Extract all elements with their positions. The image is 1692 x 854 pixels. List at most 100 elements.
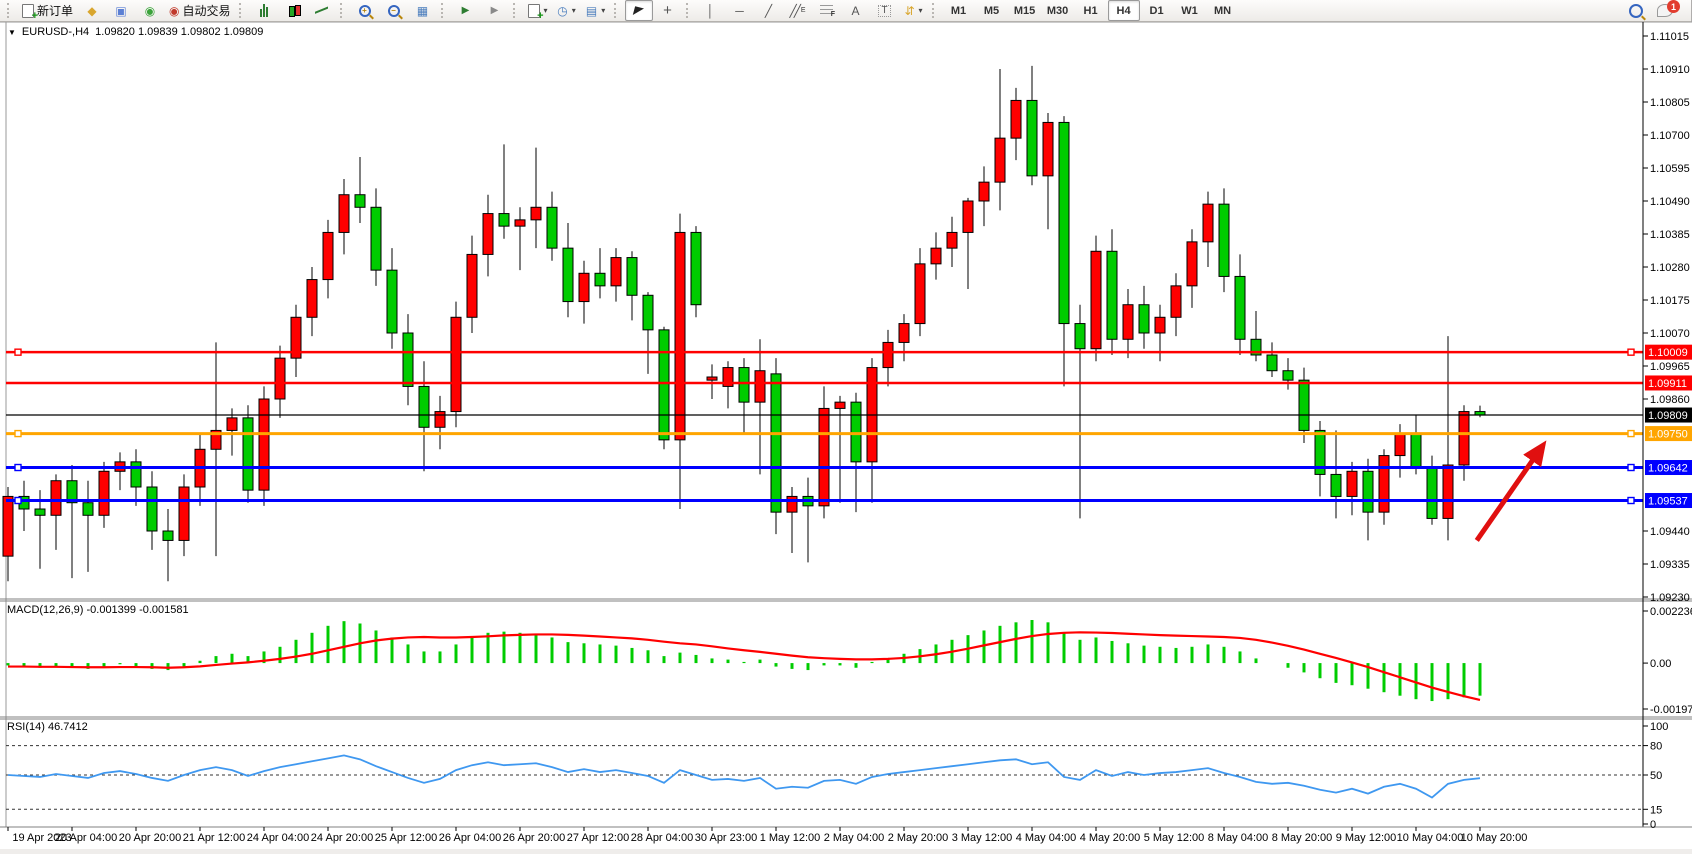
date-label: 4 May 20:00	[1080, 832, 1141, 844]
autotrade-button[interactable]: ◉ 自动交易	[165, 0, 235, 21]
text-label-icon: T	[878, 5, 890, 17]
toolbar-grip[interactable]	[7, 3, 14, 18]
platform-icon: ▣	[115, 5, 126, 17]
timeframe-button-mn[interactable]: MN	[1207, 0, 1239, 21]
text-tool-button[interactable]: A	[842, 0, 870, 21]
candle	[899, 324, 909, 343]
price-tag-label: 1.09809	[1648, 410, 1688, 422]
zoom-in-icon: +	[359, 5, 371, 17]
timeframe-button-d1[interactable]: D1	[1141, 0, 1173, 21]
timeframe-button-w1[interactable]: W1	[1174, 0, 1206, 21]
timeframe-button-h4[interactable]: H4	[1108, 0, 1140, 21]
channel-icon: ╱╱	[789, 5, 797, 17]
candle	[931, 248, 941, 264]
text-label-tool-button[interactable]: T	[871, 0, 899, 21]
candle	[611, 258, 621, 286]
line-handle[interactable]	[15, 465, 21, 471]
toolbar-grip[interactable]	[513, 3, 520, 18]
signal-icon: ◉	[145, 5, 155, 17]
candle	[131, 462, 141, 487]
toolbar-grip[interactable]	[614, 3, 621, 18]
chart-title: ▼ EURUSD-,H4 1.09820 1.09839 1.09802 1.0…	[8, 26, 263, 38]
price-tick-label: 1.09335	[1650, 559, 1690, 571]
toolbar-grip[interactable]	[441, 3, 448, 18]
search-icon[interactable]	[1629, 4, 1643, 18]
candle	[179, 487, 189, 540]
line-handle[interactable]	[15, 498, 21, 504]
new-chart-button[interactable]: + ▾	[524, 0, 552, 21]
line-handle[interactable]	[15, 349, 21, 355]
toolbar-right-group: 1	[1629, 4, 1687, 18]
date-label: 4 May 04:00	[1016, 832, 1077, 844]
periods-button[interactable]: ◷ ▾	[553, 0, 581, 21]
date-label: 3 May 12:00	[952, 832, 1013, 844]
timeframe-button-m1[interactable]: M1	[943, 0, 975, 21]
cursor-tool-button[interactable]: ◤	[625, 0, 653, 21]
signals-button[interactable]: ◉	[136, 0, 164, 21]
toolbar-grip[interactable]	[686, 3, 693, 18]
trading-platform-window: { "toolbar": { "new_order_label": "新订单",…	[0, 0, 1692, 854]
rsi-scale-label: 50	[1650, 770, 1662, 782]
depth-of-market-button[interactable]: ◆	[78, 0, 106, 21]
price-tick-label: 1.10700	[1650, 130, 1690, 142]
candle	[1347, 471, 1357, 496]
vertical-line-tool-button[interactable]: │	[697, 0, 725, 21]
price-tag-label: 1.09537	[1648, 496, 1688, 508]
timeframe-button-m5[interactable]: M5	[976, 0, 1008, 21]
candle	[643, 295, 653, 330]
price-tick-label: 1.09440	[1650, 526, 1690, 538]
candle	[883, 342, 893, 367]
date-label: 21 Apr 12:00	[183, 832, 245, 844]
candlestick-chart-icon	[287, 4, 299, 18]
horizontal-line-tool-button[interactable]: ─	[726, 0, 754, 21]
line-handle[interactable]	[15, 431, 21, 437]
chevron-down-icon: ▾	[544, 6, 548, 15]
bar-chart-button[interactable]	[250, 0, 278, 21]
candle	[595, 273, 605, 286]
tile-windows-button[interactable]: ▦	[409, 0, 437, 21]
zoom-in-button[interactable]: +	[351, 0, 379, 21]
terminal-button[interactable]: ▣	[107, 0, 135, 21]
chart-shift-button[interactable]: ▶	[452, 0, 480, 21]
notifications-icon[interactable]: 1	[1657, 4, 1673, 17]
trendline-tool-button[interactable]: ╱	[755, 0, 783, 21]
candle	[371, 207, 381, 270]
channel-tool-button[interactable]: ╱╱E	[784, 0, 812, 21]
toolbar-grip[interactable]	[239, 3, 246, 18]
price-tick-label: 1.10280	[1650, 262, 1690, 274]
price-tag-label: 1.09750	[1648, 429, 1688, 441]
macd-scale-label: -0.001971	[1650, 704, 1692, 716]
line-handle[interactable]	[1628, 349, 1634, 355]
timeframe-button-m30[interactable]: M30	[1042, 0, 1074, 21]
chart-area[interactable]: 1.110151.109101.108051.107001.105951.104…	[0, 0, 1692, 854]
candlestick-chart-button[interactable]	[279, 0, 307, 21]
toolbar-grip[interactable]	[932, 3, 939, 18]
fibonacci-tool-button[interactable]: F	[813, 0, 841, 21]
line-chart-button[interactable]	[308, 0, 336, 21]
trendline-icon: ╱	[765, 5, 772, 17]
timeframe-button-h1[interactable]: H1	[1075, 0, 1107, 21]
candle	[419, 386, 429, 427]
new-order-button[interactable]: + 新订单	[18, 0, 77, 21]
timeframe-button-m15[interactable]: M15	[1009, 0, 1041, 21]
templates-button[interactable]: ▤ ▾	[582, 0, 610, 21]
auto-scroll-button[interactable]: ▶	[481, 0, 509, 21]
candle	[1123, 305, 1133, 340]
collapse-icon[interactable]: ▼	[8, 28, 16, 37]
candle	[467, 254, 477, 317]
candle	[771, 374, 781, 512]
main-toolbar: + 新订单 ◆ ▣ ◉ ◉ 自动交易 + − ▦ ▶ ▶ + ▾ ◷ ▾ ▤ ▾…	[0, 0, 1691, 22]
line-handle[interactable]	[1628, 431, 1634, 437]
line-handle[interactable]	[1628, 498, 1634, 504]
date-label: 28 Apr 04:00	[631, 832, 693, 844]
date-label: 2 May 04:00	[824, 832, 885, 844]
line-handle[interactable]	[1628, 465, 1634, 471]
crosshair-tool-button[interactable]: +	[654, 0, 682, 21]
chart-shift-icon: ▶	[462, 6, 470, 16]
date-label: 25 Apr 12:00	[375, 832, 437, 844]
candle	[1075, 324, 1085, 349]
shapes-tool-button[interactable]: ⇵ ▾	[900, 0, 928, 21]
zoom-out-button[interactable]: −	[380, 0, 408, 21]
window-bottom-strip	[0, 849, 1692, 854]
toolbar-grip[interactable]	[340, 3, 347, 18]
